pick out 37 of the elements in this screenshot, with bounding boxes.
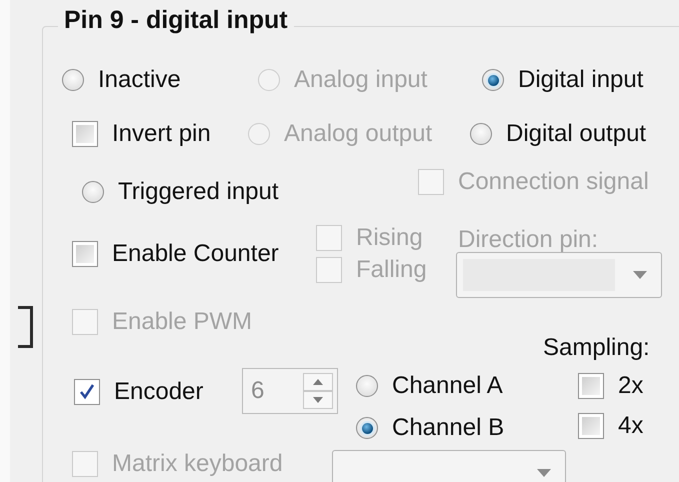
radio-button[interactable] [62, 69, 84, 91]
checkbox-label: 4x [618, 412, 644, 440]
up-arrow-icon [313, 379, 323, 385]
radio-label: Analog output [284, 120, 432, 148]
checkbox-label: Encoder [114, 378, 204, 406]
check-icon [78, 383, 96, 401]
checkbox[interactable] [72, 241, 98, 267]
checkbox[interactable] [578, 373, 604, 399]
radio-label: Inactive [98, 66, 181, 94]
dropdown-arrow-icon [633, 271, 647, 279]
radio-label: Analog input [294, 66, 428, 94]
radio-label: Digital input [518, 66, 644, 94]
radio-label: Channel A [392, 372, 503, 400]
checkbox-label: Connection signal [458, 168, 649, 196]
radio-label: Triggered input [118, 178, 279, 206]
radio-button[interactable] [470, 123, 492, 145]
radio-label: Digital output [506, 120, 646, 148]
checkbox-label: Matrix keyboard [112, 450, 283, 478]
radio-button[interactable] [82, 181, 104, 203]
sampling-label: Sampling: [543, 334, 650, 362]
checkbox[interactable] [578, 413, 604, 439]
checkbox-label: Enable Counter [112, 240, 279, 268]
checkbox-label: 2x [618, 372, 644, 400]
checkbox-label: Enable PWM [112, 308, 252, 336]
checkbox[interactable] [74, 379, 100, 405]
radio-button[interactable] [356, 417, 378, 439]
checkbox[interactable] [72, 121, 98, 147]
checkbox-label: Invert pin [112, 120, 211, 148]
radio-label: Channel B [392, 414, 504, 442]
radio-button[interactable] [356, 375, 378, 397]
frame-edge [18, 306, 33, 348]
checkbox-label: Falling [356, 256, 427, 284]
down-arrow-icon [313, 397, 323, 403]
direction-pin-label: Direction pin: [458, 226, 598, 254]
dropdown-arrow-icon [537, 469, 551, 477]
checkbox-label: Rising [356, 224, 423, 252]
radio-button[interactable] [482, 69, 504, 91]
